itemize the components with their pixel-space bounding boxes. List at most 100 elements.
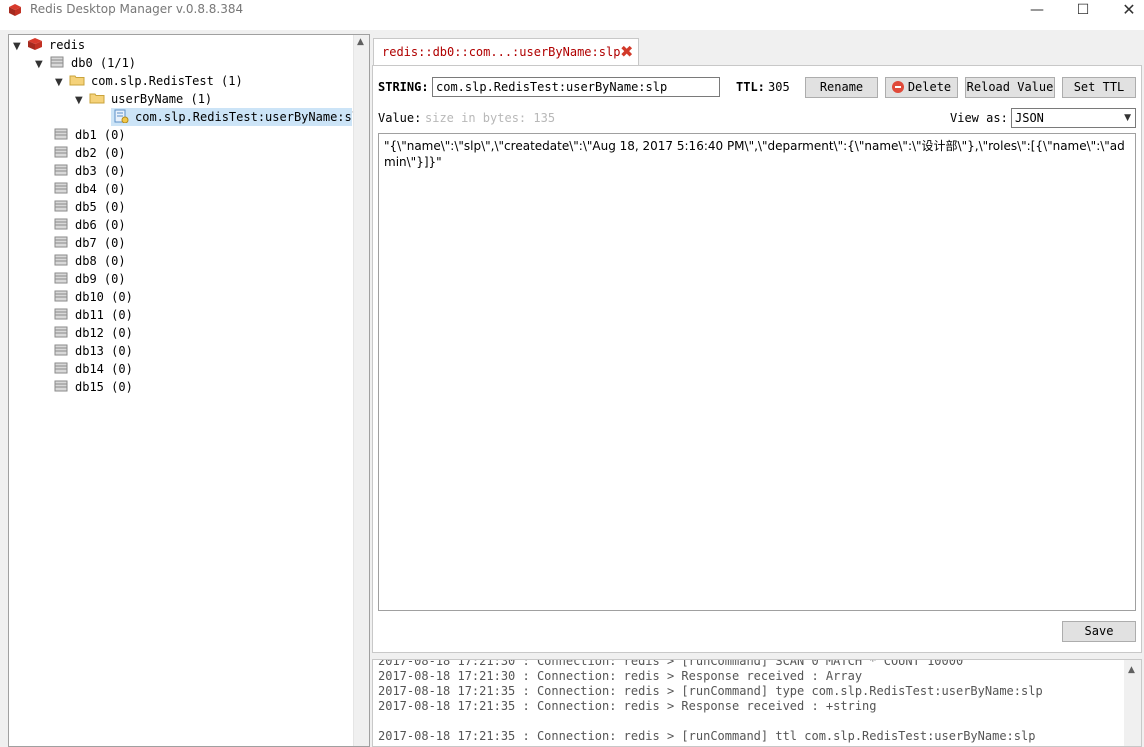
minimize-button[interactable]: — xyxy=(1014,0,1060,22)
tree-db12[interactable]: db12 (0) xyxy=(53,324,133,342)
database-icon xyxy=(54,380,68,392)
key-type-label: STRING: xyxy=(378,80,429,94)
folder-icon xyxy=(69,75,85,86)
tree-db7[interactable]: db7 (0) xyxy=(53,234,126,252)
db-label: db14 (0) xyxy=(75,362,133,376)
delete-label: Delete xyxy=(907,80,952,94)
log-scrollbar[interactable]: ▲ xyxy=(1124,660,1141,746)
database-icon xyxy=(54,254,68,266)
database-icon xyxy=(54,326,68,338)
tree-db9[interactable]: db9 (0) xyxy=(53,270,126,288)
ttl-label: TTL: xyxy=(736,80,765,94)
tree-db6[interactable]: db6 (0) xyxy=(53,216,126,234)
window-title: Redis Desktop Manager v.0.8.8.384 xyxy=(30,2,244,16)
tree-folder-redistest[interactable]: ▼ com.slp.RedisTest (1) xyxy=(55,72,243,90)
tree-connection-redis[interactable]: ▼ redis xyxy=(13,36,85,54)
reload-value-button[interactable]: Reload Value xyxy=(965,77,1055,98)
database-icon xyxy=(54,344,68,356)
tree-db8[interactable]: db8 (0) xyxy=(53,252,126,270)
db-label: db8 (0) xyxy=(75,254,126,268)
tree-scrollbar[interactable]: ▲ xyxy=(353,35,369,746)
db-label: db11 (0) xyxy=(75,308,133,322)
tree-db3[interactable]: db3 (0) xyxy=(53,162,126,180)
scroll-up-icon[interactable]: ▲ xyxy=(1128,665,1135,675)
database-icon xyxy=(54,182,68,194)
db-label: db2 (0) xyxy=(75,146,126,160)
tree-db10[interactable]: db10 (0) xyxy=(53,288,133,306)
database-icon xyxy=(54,308,68,320)
tab-label: redis::db0::com...:userByName:slp xyxy=(382,45,621,59)
title-bar: Redis Desktop Manager v.0.8.8.384 — ☐ ✕ xyxy=(0,0,1144,30)
key-name-field[interactable]: com.slp.RedisTest:userByName:slp xyxy=(432,77,720,97)
delete-icon xyxy=(891,81,904,93)
log-line: 2017-08-18 17:21:35 : Connection: redis … xyxy=(378,729,1036,743)
log-line: 2017-08-18 17:21:30 : Connection: redis … xyxy=(378,669,863,683)
tab-key-view[interactable]: redis::db0::com...:userByName:slp ✖ xyxy=(373,38,639,66)
connection-tree[interactable]: ▼ redis ▼ db0 (1/1) ▼ com.slp.RedisTest (1)… xyxy=(8,34,370,747)
set-ttl-button[interactable]: Set TTL xyxy=(1062,77,1136,98)
folder-icon xyxy=(89,93,105,104)
db-label: db7 (0) xyxy=(75,236,126,250)
tree-db2[interactable]: db2 (0) xyxy=(53,144,126,162)
chevron-down-icon[interactable]: ▼ xyxy=(13,38,27,56)
log-line: 2017-08-18 17:21:30 : Connection: redis … xyxy=(378,659,964,668)
database-icon xyxy=(50,56,64,68)
db-label: db10 (0) xyxy=(75,290,133,304)
db-label: db1 (0) xyxy=(75,128,126,142)
delete-button[interactable]: Delete xyxy=(885,77,958,98)
ttl-value: 305 xyxy=(768,80,790,94)
tree-db1[interactable]: db1 (0) xyxy=(53,126,126,144)
db0-label: db0 (1/1) xyxy=(71,56,137,70)
value-text: "{\"name\":\"slp\",\"createdate\":\"Aug … xyxy=(384,139,1125,169)
dropdown-arrow-icon[interactable]: ▼ xyxy=(1124,109,1131,127)
db-label: db13 (0) xyxy=(75,344,133,358)
tree-db14[interactable]: db14 (0) xyxy=(53,360,133,378)
db-label: db4 (0) xyxy=(75,182,126,196)
tree-db5[interactable]: db5 (0) xyxy=(53,198,126,216)
value-label: Value: xyxy=(378,111,422,125)
tree-db4[interactable]: db4 (0) xyxy=(53,180,126,198)
value-editor[interactable]: "{\"name\":\"slp\",\"createdate\":\"Aug … xyxy=(378,133,1136,611)
tree-key-selected[interactable]: com.slp.RedisTest:userByName:sl xyxy=(111,108,359,126)
log-line: 2017-08-18 17:21:35 : Connection: redis … xyxy=(378,699,877,713)
scroll-up-icon[interactable]: ▲ xyxy=(357,37,364,47)
tree-folder-userbyname[interactable]: ▼ userByName (1) xyxy=(75,90,212,108)
log-console[interactable]: 2017-08-18 17:21:30 : Connection: redis … xyxy=(372,659,1142,747)
database-icon xyxy=(54,128,68,140)
close-window-button[interactable]: ✕ xyxy=(1106,0,1144,22)
folder-label: com.slp.RedisTest (1) xyxy=(91,74,243,88)
chevron-down-icon[interactable]: ▼ xyxy=(35,56,49,74)
chevron-down-icon[interactable]: ▼ xyxy=(75,92,89,110)
db-label: db12 (0) xyxy=(75,326,133,340)
view-as-label: View as: xyxy=(950,111,1008,125)
save-button[interactable]: Save xyxy=(1062,621,1136,642)
tree-db13[interactable]: db13 (0) xyxy=(53,342,133,360)
chevron-down-icon[interactable]: ▼ xyxy=(55,74,69,92)
db-label: db6 (0) xyxy=(75,218,126,232)
set-ttl-label: Set TTL xyxy=(1073,80,1125,94)
tab-close-icon[interactable]: ✖ xyxy=(620,42,633,61)
reload-label: Reload Value xyxy=(966,80,1054,94)
db-label: db15 (0) xyxy=(75,380,133,394)
rename-button[interactable]: Rename xyxy=(805,77,878,98)
key-label: com.slp.RedisTest:userByName:sl xyxy=(135,110,359,124)
key-icon xyxy=(114,109,129,123)
redis-app-icon xyxy=(9,4,21,16)
redis-server-icon xyxy=(28,38,42,50)
tree-db0[interactable]: ▼ db0 (1/1) xyxy=(35,54,136,72)
maximize-button[interactable]: ☐ xyxy=(1060,0,1106,22)
db-label: db5 (0) xyxy=(75,200,126,214)
save-label: Save xyxy=(1084,624,1114,638)
view-as-select[interactable]: JSON ▼ xyxy=(1011,108,1136,128)
database-icon xyxy=(54,236,68,248)
database-icon xyxy=(54,200,68,212)
tree-db15[interactable]: db15 (0) xyxy=(53,378,133,396)
database-icon xyxy=(54,290,68,302)
view-as-value: JSON xyxy=(1015,111,1044,125)
log-line: 2017-08-18 17:21:35 : Connection: redis … xyxy=(378,684,1043,698)
tree-db11[interactable]: db11 (0) xyxy=(53,306,133,324)
folder-label: userByName (1) xyxy=(111,92,213,106)
database-icon xyxy=(54,362,68,374)
connection-label: redis xyxy=(49,38,86,52)
db-label: db3 (0) xyxy=(75,164,126,178)
